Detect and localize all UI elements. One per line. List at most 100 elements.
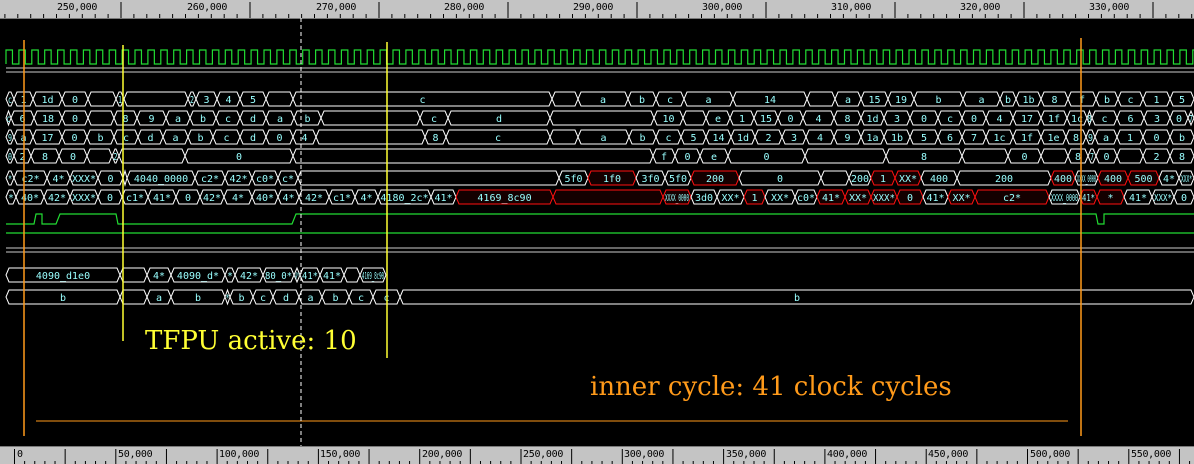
- signal-row[interactable]: bab*bcdabccb: [5, 288, 1194, 306]
- bus-segment[interactable]: 6: [937, 129, 963, 145]
- bus-segment[interactable]: 0: [265, 129, 294, 145]
- bus-segment[interactable]: 10: [653, 110, 684, 126]
- bus-segment[interactable]: [1040, 148, 1069, 164]
- bus-segment[interactable]: [1116, 148, 1144, 164]
- bus-segment[interactable]: XXX*: [1151, 189, 1175, 205]
- bus-segment[interactable]: 0: [674, 148, 701, 164]
- bus-segment[interactable]: c1*: [121, 189, 149, 205]
- time-ruler-bottom[interactable]: 0 50,000 100,000 150,000 200,000 250,000…: [0, 446, 1194, 464]
- bus-segment[interactable]: XX*: [716, 189, 745, 205]
- bus-segment[interactable]: 8: [1169, 148, 1194, 164]
- bus-segment[interactable]: 0: [738, 170, 822, 186]
- bus-segment[interactable]: 41*: [319, 267, 345, 283]
- bus-segment[interactable]: 1d: [730, 129, 756, 145]
- bus-segment[interactable]: 6: [10, 110, 35, 126]
- bus-segment[interactable]: 4169_8c90: [359, 267, 387, 283]
- bus-segment[interactable]: 3d0: [690, 189, 718, 205]
- bus-segment[interactable]: 4*: [293, 266, 301, 284]
- bus-segment[interactable]: a: [146, 289, 172, 305]
- bus-segment[interactable]: 7: [1187, 109, 1194, 127]
- bus-segment[interactable]: 5: [680, 129, 707, 145]
- bus-segment[interactable]: 41*: [430, 189, 457, 205]
- bus-segment[interactable]: c0*: [794, 189, 818, 205]
- bus-segment[interactable]: c: [252, 289, 274, 305]
- bus-segment[interactable]: *: [224, 288, 231, 306]
- bus-segment[interactable]: 1: [743, 189, 766, 205]
- bus-segment[interactable]: a: [265, 110, 295, 126]
- bus-segment[interactable]: 41*: [816, 189, 846, 205]
- bus-segment[interactable]: 0: [58, 148, 88, 164]
- bus-segment[interactable]: 4090_d1e0: [5, 267, 121, 283]
- bus-segment[interactable]: b: [913, 91, 964, 107]
- bus-segment[interactable]: 0: [61, 91, 89, 107]
- bus-segment[interactable]: 6: [1116, 110, 1145, 126]
- bus-segment[interactable]: 42*: [199, 189, 225, 205]
- signal-row[interactable]: [6, 213, 1194, 225]
- bus-segment[interactable]: d: [239, 129, 267, 145]
- bus-segment[interactable]: [292, 148, 654, 164]
- bus-segment[interactable]: 2: [187, 91, 197, 107]
- bus-segment[interactable]: c: [212, 129, 241, 145]
- bus-segment[interactable]: c2*: [974, 189, 1050, 205]
- bus-segment[interactable]: 0: [777, 110, 804, 126]
- bus-segment[interactable]: XXX*: [870, 189, 898, 205]
- bus-segment[interactable]: c: [5, 91, 15, 107]
- signal-row[interactable]: c 6 18 0 8 9 a b c d a b c d 10 e 1 15 0 4 8 1d 3 0 c 0 4 17 1f 1c 8 c 6…: [5, 109, 1194, 127]
- bus-segment[interactable]: a: [577, 129, 630, 145]
- bus-segment[interactable]: 0: [184, 148, 294, 164]
- bus-segment[interactable]: e: [705, 110, 731, 126]
- bus-segment[interactable]: 41*: [1123, 189, 1153, 205]
- bus-segment[interactable]: c: [419, 110, 449, 126]
- bus-segment[interactable]: 15: [860, 91, 889, 107]
- bus-segment[interactable]: c: [1091, 110, 1118, 126]
- bus-segment[interactable]: 9: [136, 110, 167, 126]
- bus-segment[interactable]: a: [165, 110, 191, 126]
- bus-segment[interactable]: 0: [909, 110, 939, 126]
- bus-segment[interactable]: 15: [753, 110, 779, 126]
- bus-segment[interactable]: 0: [61, 110, 89, 126]
- bus-segment[interactable]: [804, 148, 887, 164]
- bus-segment[interactable]: 4*: [277, 189, 300, 205]
- bus-segment[interactable]: c: [5, 109, 12, 127]
- bus-segment[interactable]: c0*: [251, 170, 279, 186]
- bus-segment[interactable]: b: [293, 110, 322, 126]
- bus-segment[interactable]: 200: [848, 170, 872, 186]
- bus-segment[interactable]: 8: [1065, 129, 1087, 145]
- bus-segment[interactable]: 3: [1143, 110, 1171, 126]
- signal-row[interactable]: 4090_d1e0 4* 4090_d* * 42* 80_0* 4* 41* 41* 4169_…: [5, 266, 387, 284]
- bus-segment[interactable]: XX*: [947, 189, 976, 205]
- bus-segment[interactable]: f: [652, 148, 676, 164]
- signal-row[interactable]: 9a170bcdabcd048cabc5141d23491a1b5671c1f1…: [5, 129, 1194, 145]
- signal-row[interactable]: [6, 67, 1194, 73]
- bus-segment[interactable]: a: [962, 91, 1001, 107]
- signal-row[interactable]: * c2* 4* XXX* 0 4040_0000 c2* 42* c0* c* 5f0 1f0 3f0…: [5, 169, 1194, 187]
- bus-segment[interactable]: 3: [883, 110, 911, 126]
- bus-segment[interactable]: 1b: [1015, 91, 1042, 107]
- signal-row[interactable]: * 40* 42* XXX* 0 c1* 41* 0 42* 4* 40* 4* 42* c1* 4* 418…: [5, 189, 1194, 205]
- bus-segment[interactable]: d: [239, 110, 267, 126]
- bus-segment[interactable]: [119, 267, 148, 283]
- bus-segment[interactable]: [87, 91, 117, 107]
- bus-segment[interactable]: a: [1094, 129, 1118, 145]
- bus-segment[interactable]: c: [1117, 91, 1144, 107]
- bus-segment[interactable]: 41*: [299, 267, 321, 283]
- bus-segment[interactable]: *: [224, 267, 236, 283]
- bus-segment[interactable]: 1: [729, 110, 755, 126]
- bus-segment[interactable]: 1e: [1040, 129, 1067, 145]
- bus-segment[interactable]: 14: [732, 91, 808, 107]
- bus-segment[interactable]: 8: [1040, 91, 1069, 107]
- bus-segment[interactable]: 1f0: [587, 170, 637, 186]
- bus-segment[interactable]: 4: [805, 129, 835, 145]
- bus-segment[interactable]: [682, 110, 707, 126]
- bus-segment[interactable]: [265, 91, 294, 107]
- bus-segment[interactable]: a: [834, 91, 862, 107]
- bus-segment[interactable]: b: [399, 289, 1194, 305]
- bus-segment[interactable]: 2: [111, 148, 120, 164]
- bus-segment[interactable]: c: [348, 289, 374, 305]
- bus-segment[interactable]: [297, 170, 560, 186]
- bus-segment[interactable]: 8: [833, 110, 862, 126]
- bus-segment[interactable]: 7: [961, 129, 987, 145]
- bus-segment[interactable]: 17: [1012, 110, 1042, 126]
- bus-segment[interactable]: a: [577, 91, 629, 107]
- bus-segment[interactable]: 5f0: [664, 170, 692, 186]
